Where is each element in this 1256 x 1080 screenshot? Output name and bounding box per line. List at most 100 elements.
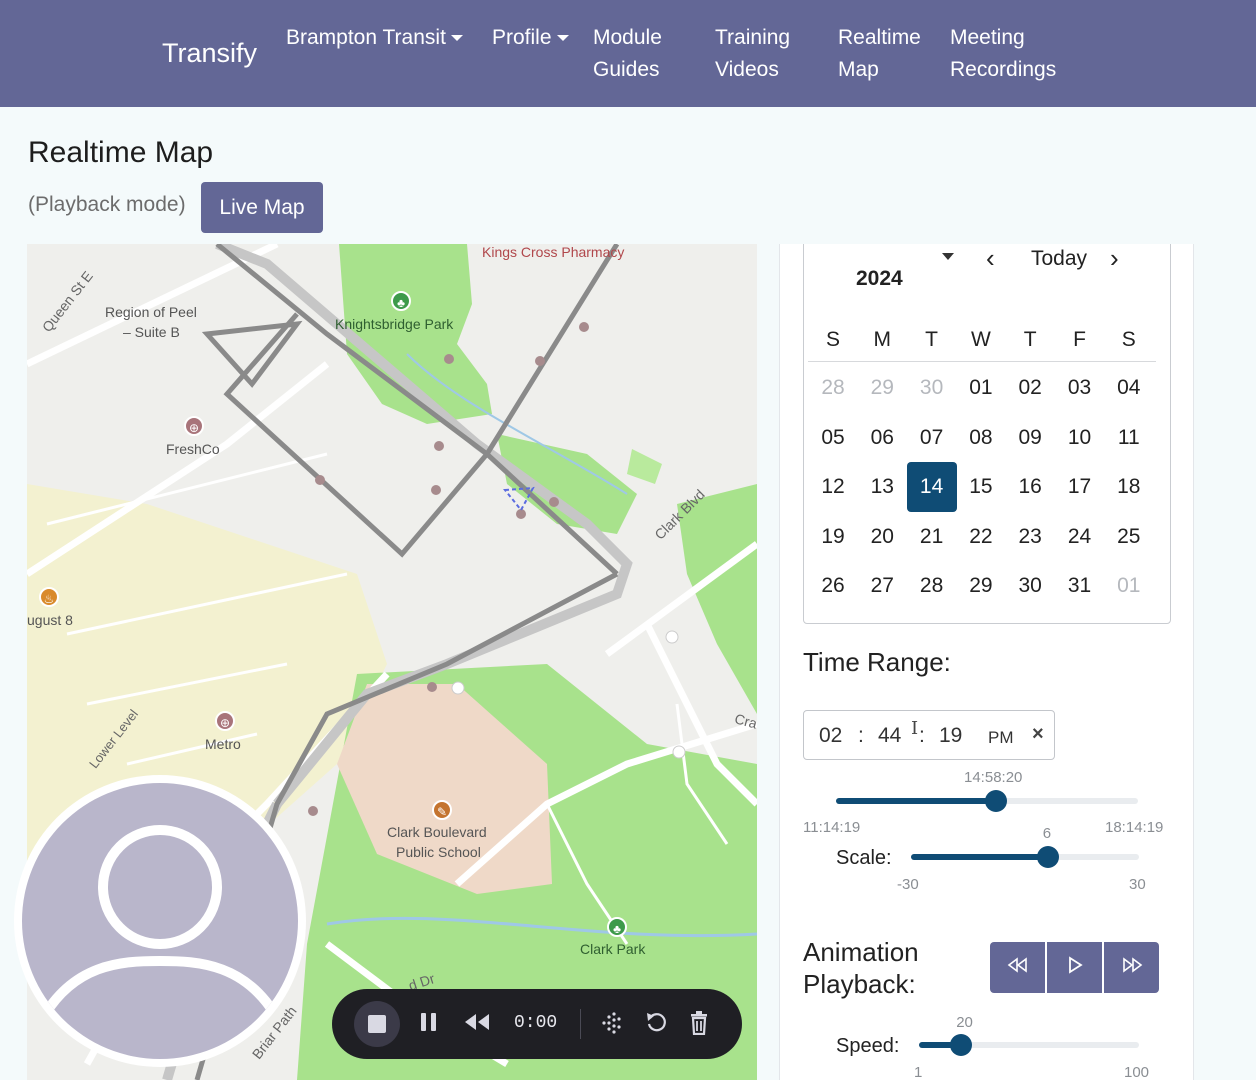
- divider: [808, 361, 1156, 362]
- map-label-school-1: Clark Boulevard: [387, 824, 487, 840]
- chevron-left-icon[interactable]: ‹: [986, 244, 995, 274]
- time-hour-field[interactable]: 02: [819, 724, 842, 748]
- scale-slider-min: -30: [897, 876, 919, 893]
- time-separator: :: [919, 724, 925, 747]
- slider-thumb[interactable]: [950, 1034, 973, 1056]
- slider-thumb[interactable]: [985, 790, 1008, 812]
- calendar-day[interactable]: 17: [1055, 462, 1105, 512]
- nav-profile-dropdown[interactable]: Profile: [492, 22, 569, 54]
- animation-playback-title: Animation Playback:: [803, 936, 919, 1000]
- speed-slider-min: 1: [914, 1064, 923, 1080]
- calendar-day[interactable]: 13: [857, 462, 907, 512]
- nav-realtime-map[interactable]: Realtime Map: [838, 22, 921, 86]
- calendar-day[interactable]: 19: [808, 512, 858, 562]
- calendar-day[interactable]: 07: [907, 413, 957, 463]
- calendar-day[interactable]: 31: [1055, 561, 1105, 611]
- calendar-day[interactable]: 06: [857, 413, 907, 463]
- fast-forward-button[interactable]: [1104, 942, 1159, 993]
- calendar-day-selected[interactable]: 14: [906, 462, 957, 512]
- speed-slider[interactable]: [919, 1034, 1139, 1056]
- avatar[interactable]: [14, 775, 306, 1067]
- time-ampm-field[interactable]: PM: [988, 728, 1014, 748]
- calendar-day[interactable]: 30: [907, 363, 957, 413]
- speed-slider-value: 20: [956, 1014, 973, 1031]
- nav-item-label: Module: [593, 26, 662, 49]
- map-label-region-peel-2: – Suite B: [123, 324, 180, 340]
- nav-training-videos[interactable]: Training Videos: [715, 22, 790, 86]
- chevron-right-icon[interactable]: ›: [1110, 244, 1119, 274]
- calendar-day[interactable]: 22: [956, 512, 1006, 562]
- trash-icon[interactable]: [688, 1011, 710, 1040]
- calendar-day[interactable]: 18: [1104, 462, 1154, 512]
- divider: [580, 1009, 581, 1039]
- calendar-day[interactable]: 12: [808, 462, 858, 512]
- caret-down-icon: [450, 35, 463, 42]
- map-label-school-2: Public School: [396, 844, 481, 860]
- calendar-day[interactable]: 20: [857, 512, 907, 562]
- calendar-day[interactable]: 24: [1055, 512, 1105, 562]
- calendar-day[interactable]: 15: [956, 462, 1006, 512]
- map-park-east: [677, 484, 757, 714]
- nav-item-label: Map: [838, 58, 879, 81]
- calendar-day[interactable]: 26: [808, 561, 858, 611]
- month-dropdown-caret-icon[interactable]: [942, 253, 954, 260]
- calendar-day[interactable]: 11: [1104, 413, 1154, 463]
- calendar-day[interactable]: 27: [857, 561, 907, 611]
- play-button[interactable]: [1047, 942, 1102, 993]
- tree-icon: ♣: [391, 291, 411, 311]
- pause-icon[interactable]: [420, 1011, 438, 1038]
- time-slider-min: 11:14:19: [803, 819, 861, 836]
- calendar-day[interactable]: 23: [1005, 512, 1055, 562]
- slider-thumb[interactable]: [1036, 846, 1059, 868]
- today-button[interactable]: Today: [1031, 247, 1087, 271]
- calendar-day[interactable]: 09: [1005, 413, 1055, 463]
- restart-icon[interactable]: [645, 1011, 667, 1038]
- calendar-day[interactable]: 25: [1104, 512, 1154, 562]
- waveform-icon[interactable]: [600, 1011, 624, 1040]
- time-minute-field[interactable]: 44: [878, 724, 901, 748]
- calendar-day[interactable]: 29: [857, 363, 907, 413]
- slider-fill: [911, 854, 1048, 860]
- calendar-weekday-header: S: [1121, 328, 1136, 351]
- audio-elapsed-time: 0:00: [514, 1013, 558, 1033]
- calendar-day[interactable]: 21: [907, 512, 957, 562]
- playback-controls-panel: 2024 ‹ Today › SMTWTFS 28 29 30 01 02 03 04 05 0…: [779, 244, 1194, 1080]
- rewind-button[interactable]: [990, 942, 1045, 993]
- calendar-day[interactable]: 30: [1005, 561, 1055, 611]
- time-range-slider[interactable]: [836, 790, 1138, 812]
- rewind-icon[interactable]: [464, 1011, 490, 1038]
- calendar-day[interactable]: 08: [956, 413, 1006, 463]
- calendar-weekday-header: S: [825, 328, 840, 351]
- animation-title-line: Animation: [803, 937, 919, 967]
- nav-item-label: Profile: [492, 26, 552, 49]
- calendar-day[interactable]: 02: [1005, 363, 1055, 413]
- time-second-field[interactable]: 19: [939, 724, 962, 748]
- nav-brampton-transit-dropdown[interactable]: Brampton Transit: [286, 22, 463, 54]
- calendar-day[interactable]: 10: [1055, 413, 1105, 463]
- calendar-day[interactable]: 04: [1104, 363, 1154, 413]
- nav-meeting-recordings[interactable]: Meeting Recordings: [950, 22, 1056, 86]
- nav-item-label: Brampton Transit: [286, 26, 446, 49]
- time-input[interactable]: 02 : 44 : 19 PM ×: [803, 710, 1055, 760]
- calendar-day[interactable]: 05: [808, 413, 858, 463]
- calendar-day[interactable]: 01: [1104, 561, 1154, 611]
- page-title: Realtime Map: [28, 136, 214, 169]
- calendar-day[interactable]: 29: [956, 561, 1006, 611]
- live-map-button[interactable]: Live Map: [201, 182, 323, 233]
- brand-logo[interactable]: Transify: [162, 38, 257, 69]
- calendar-day[interactable]: 03: [1055, 363, 1105, 413]
- scale-slider[interactable]: [911, 846, 1139, 868]
- nav-item-label: Realtime: [838, 26, 921, 49]
- calendar-weekday-header: T: [925, 328, 938, 351]
- calendar-day[interactable]: 28: [808, 363, 858, 413]
- calendar-day[interactable]: 01: [956, 363, 1006, 413]
- calendar-weekday-header: W: [970, 328, 991, 351]
- calendar-day[interactable]: 28: [907, 561, 957, 611]
- stop-button[interactable]: [354, 1001, 400, 1047]
- time-slider-value: 14:58:20: [964, 769, 1023, 786]
- navbar: Transify Brampton Transit Profile Module…: [0, 0, 1256, 107]
- calendar-day[interactable]: 16: [1005, 462, 1055, 512]
- nav-module-guides[interactable]: Module Guides: [593, 22, 662, 86]
- clear-time-icon[interactable]: ×: [1032, 723, 1044, 746]
- playback-mode-note: (Playback mode): [28, 193, 186, 216]
